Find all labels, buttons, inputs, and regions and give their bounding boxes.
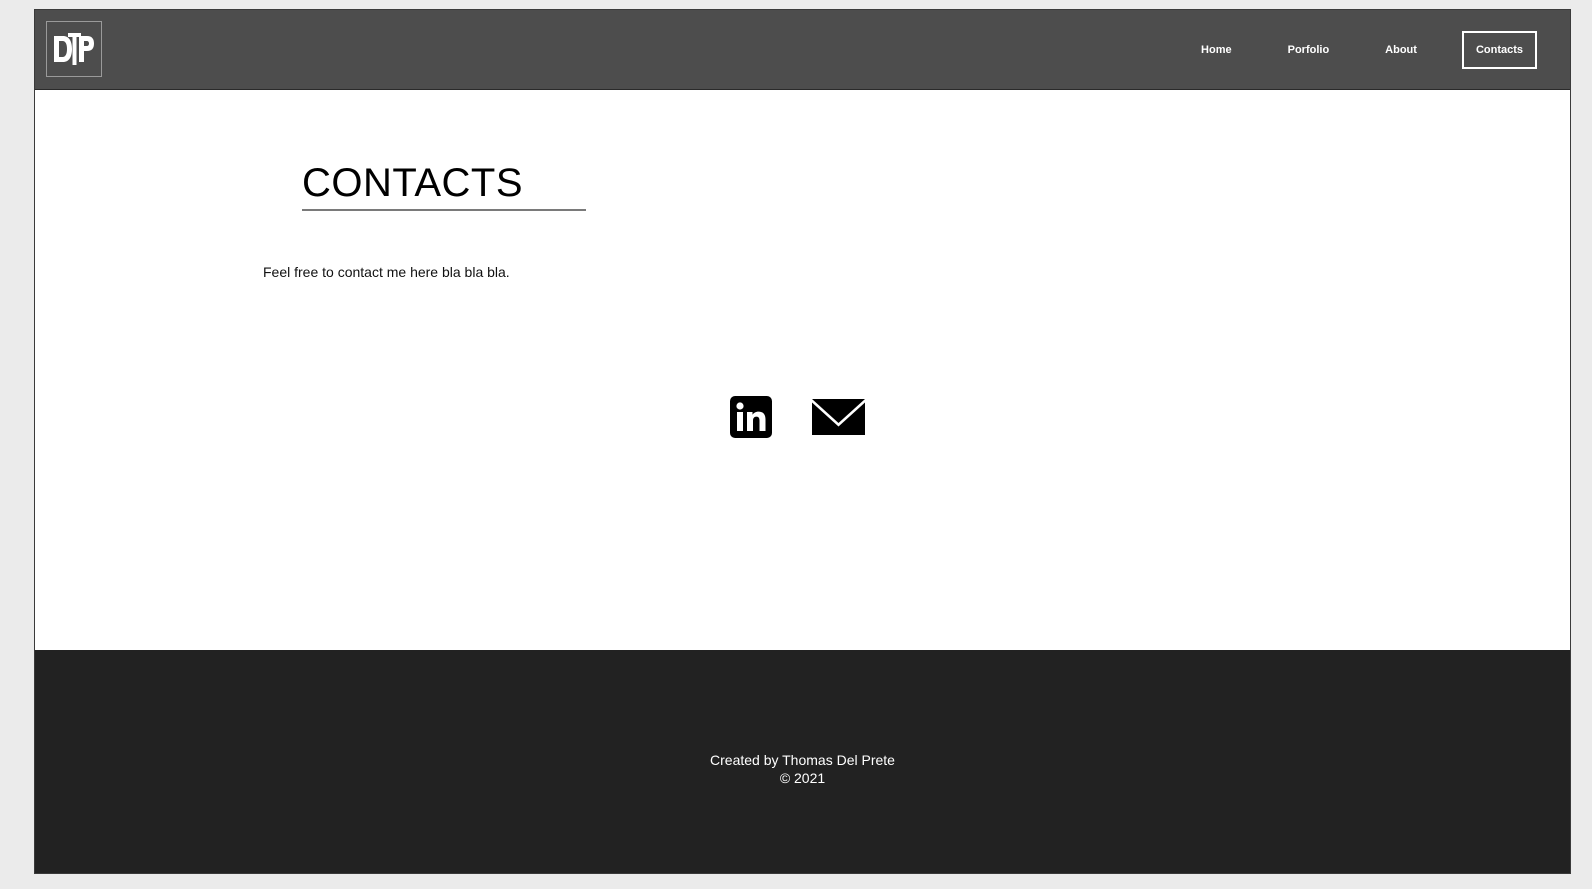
linkedin-icon (730, 396, 772, 438)
social-links (730, 396, 865, 443)
nav-contacts[interactable]: Contacts (1461, 31, 1537, 69)
mail-icon (812, 399, 865, 435)
linkedin-link[interactable] (730, 396, 772, 443)
nav-about[interactable]: About (1385, 31, 1417, 69)
footer-copyright: © 2021 (779, 770, 826, 786)
main-nav: Home Porfolio About Contacts (1145, 31, 1537, 69)
contact-intro-text: Feel free to contact me here bla bla bla… (263, 264, 510, 280)
nav-portfolio[interactable]: Porfolio (1288, 31, 1330, 69)
site-header: Home Porfolio About Contacts (35, 10, 1570, 90)
site-logo[interactable] (46, 21, 102, 77)
page-frame: Home Porfolio About Contacts CONTACTS Fe… (34, 9, 1571, 874)
page-title: CONTACTS (302, 161, 524, 205)
dtp-monogram-logo-icon (54, 33, 94, 65)
footer-credit: Created by Thomas Del Prete (710, 752, 895, 768)
title-underline (302, 209, 586, 211)
nav-home[interactable]: Home (1201, 31, 1232, 69)
site-footer: Created by Thomas Del Prete © 2021 (35, 650, 1570, 873)
email-link[interactable] (812, 399, 865, 440)
